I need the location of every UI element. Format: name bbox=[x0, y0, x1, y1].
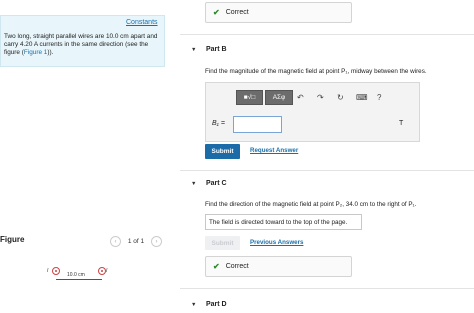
reset-icon[interactable]: ↻ bbox=[337, 93, 344, 102]
constants-link[interactable]: Constants bbox=[126, 19, 158, 26]
part-d-collapse-icon[interactable]: ▼ bbox=[191, 302, 196, 308]
redo-icon[interactable]: ↷ bbox=[317, 93, 324, 102]
problem-text: Two long, straight parallel wires are 10… bbox=[4, 33, 160, 57]
previous-figure-button[interactable]: ‹ bbox=[110, 236, 121, 247]
request-answer-link[interactable]: Request Answer bbox=[250, 147, 298, 154]
templates-button[interactable]: ■√□ bbox=[236, 90, 263, 105]
part-c-collapse-icon[interactable]: ▼ bbox=[191, 181, 196, 187]
next-figure-button[interactable]: › bbox=[150, 236, 162, 247]
divider bbox=[180, 34, 474, 35]
undo-icon[interactable]: ↶ bbox=[297, 93, 304, 102]
part-b-title[interactable]: Part B bbox=[206, 46, 227, 53]
part-b-question: Find the magnitude of the magnetic field… bbox=[205, 68, 427, 75]
part-a-correct-banner: ✔ Correct bbox=[205, 2, 352, 23]
part-c-answer-field[interactable]: The field is directed toward to the top … bbox=[205, 214, 362, 230]
greek-symbols-button[interactable]: ΑΣφ bbox=[265, 90, 293, 105]
figure-link[interactable]: Figure 1 bbox=[24, 49, 47, 56]
figure-page-indicator: 1 of 1 bbox=[127, 238, 145, 245]
part-a-status: Correct bbox=[225, 9, 249, 16]
divider bbox=[180, 170, 474, 171]
b1-variable-label: B₁ = bbox=[212, 120, 225, 127]
part-c-title[interactable]: Part C bbox=[206, 180, 227, 187]
help-icon[interactable]: ? bbox=[377, 93, 381, 102]
unit-label: T bbox=[399, 120, 404, 127]
figure-heading: Figure bbox=[0, 235, 25, 244]
part-c-status: Correct bbox=[225, 263, 249, 270]
wire-right-out-of-page-icon bbox=[98, 267, 106, 275]
wire-distance-line bbox=[56, 279, 102, 280]
part-c-question: Find the direction of the magnetic field… bbox=[205, 201, 417, 208]
part-b-submit-button[interactable]: Submit bbox=[205, 144, 240, 159]
keyboard-icon[interactable]: ⌨ bbox=[356, 93, 368, 102]
problem-text-end: )). bbox=[47, 49, 54, 56]
divider bbox=[180, 288, 474, 289]
part-c-submit-button[interactable]: Submit bbox=[205, 236, 240, 250]
wire-right-current-label: I bbox=[106, 268, 108, 274]
previous-answers-link[interactable]: Previous Answers bbox=[250, 239, 303, 246]
wire-left-current-label: I bbox=[47, 268, 49, 274]
math-toolbar: ■√□ ΑΣφ bbox=[236, 90, 293, 105]
wire-left-out-of-page-icon bbox=[52, 267, 60, 275]
wire-distance-label: 10.0 cm bbox=[67, 272, 85, 278]
part-b-collapse-icon[interactable]: ▼ bbox=[191, 47, 196, 53]
part-d-title[interactable]: Part D bbox=[206, 301, 227, 308]
checkmark-icon: ✔ bbox=[213, 262, 220, 271]
figure-pager: ‹ 1 of 1 › bbox=[110, 236, 162, 247]
b1-answer-input[interactable] bbox=[233, 116, 282, 133]
checkmark-icon: ✔ bbox=[213, 8, 220, 17]
part-c-correct-banner: ✔ Correct bbox=[205, 256, 352, 277]
